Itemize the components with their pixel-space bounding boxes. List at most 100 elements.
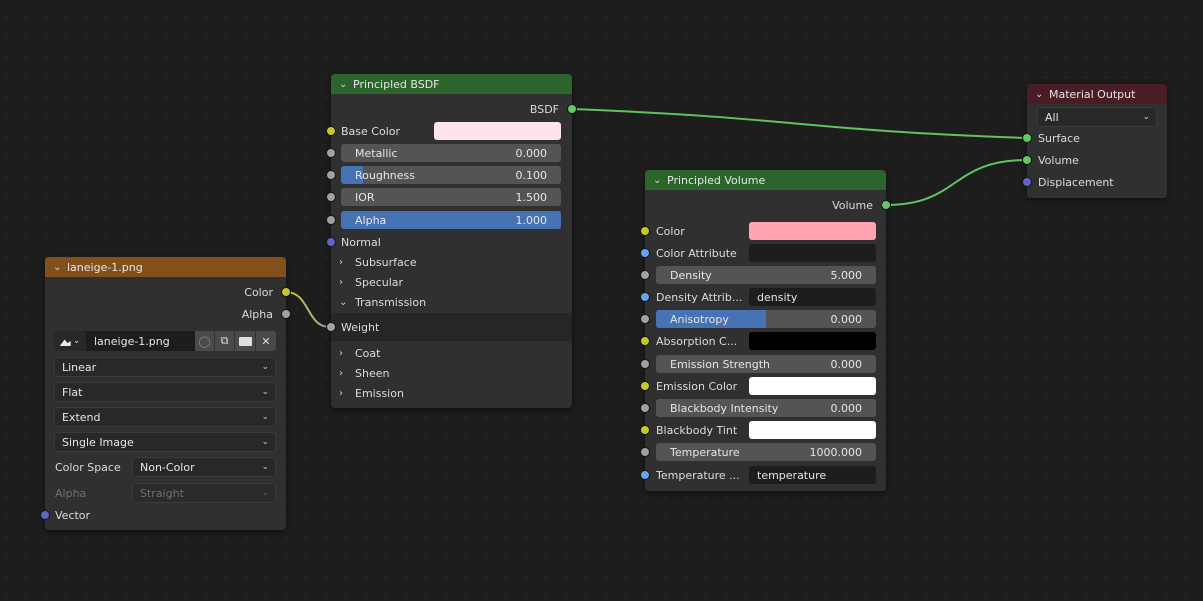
metallic-slider[interactable]: Metallic 0.000 <box>341 144 561 162</box>
anisotropy-slider[interactable]: Anisotropy 0.000 <box>656 310 876 328</box>
input-ior: IOR 1.500 <box>326 187 572 207</box>
dropdown-value: Single Image <box>62 435 134 449</box>
slider-value: 1.500 <box>515 190 548 204</box>
collapse-chevron-icon[interactable]: ⌄ <box>339 79 353 90</box>
interpolation-dropdown[interactable]: Linear ⌄ <box>54 357 276 377</box>
temperature-slider[interactable]: Temperature 1000.000 <box>656 443 876 461</box>
output-alpha: Alpha <box>45 304 291 324</box>
slider-label: IOR <box>355 190 375 204</box>
socket-ior[interactable] <box>326 192 336 202</box>
socket-label: Absorption C... <box>656 334 738 348</box>
panel-label: Sheen <box>355 366 390 380</box>
node-header[interactable]: ⌄ Principled Volume <box>645 170 886 190</box>
density-slider[interactable]: Density 5.000 <box>656 266 876 284</box>
node-title: Principled Volume <box>667 173 766 187</box>
density-attribute-field[interactable]: density <box>749 288 876 306</box>
panel-label: Specular <box>355 275 404 289</box>
node-header[interactable]: ⌄ Principled BSDF <box>331 74 572 94</box>
color-space-dropdown[interactable]: Non-Color ⌄ <box>132 457 276 477</box>
socket-weight[interactable] <box>326 322 336 332</box>
collapse-chevron-icon[interactable]: ⌄ <box>653 175 667 186</box>
input-displacement: Displacement <box>1022 172 1167 192</box>
image-browse-button[interactable]: ⌄ <box>54 331 86 351</box>
chevron-down-icon: ⌄ <box>261 362 269 372</box>
extension-dropdown[interactable]: Extend ⌄ <box>54 407 276 427</box>
roughness-slider[interactable]: Roughness 0.100 <box>341 166 561 184</box>
socket-label: Base Color <box>341 124 401 138</box>
socket-metallic[interactable] <box>326 148 336 158</box>
output-color: Color <box>45 282 291 302</box>
color-swatch[interactable] <box>749 222 876 240</box>
socket-surface[interactable] <box>1022 133 1032 143</box>
panel-label: Transmission <box>355 295 427 309</box>
input-alpha: Alpha 1.000 <box>326 210 572 230</box>
socket-base-color[interactable] <box>326 126 336 136</box>
socket-blackbody-intensity[interactable] <box>640 403 650 413</box>
principled-volume-node[interactable]: ⌄ Principled Volume Volume Color Color A… <box>640 170 891 491</box>
socket-roughness[interactable] <box>326 170 336 180</box>
color-attribute-field[interactable] <box>749 244 876 262</box>
socket-label: Surface <box>1038 131 1080 145</box>
blackbody-intensity-slider[interactable]: Blackbody Intensity 0.000 <box>656 399 876 417</box>
panel-specular[interactable]: › Specular <box>339 272 403 292</box>
socket-blackbody-tint[interactable] <box>640 425 650 435</box>
socket-label: Emission Color <box>656 379 738 393</box>
ior-slider[interactable]: IOR 1.500 <box>341 188 561 206</box>
unlink-image-button[interactable]: ✕ <box>256 331 276 351</box>
material-output-node[interactable]: ⌄ Material Output All ⌄ Surface Volume D… <box>1022 84 1167 198</box>
panel-emission[interactable]: › Emission <box>339 383 404 403</box>
socket-temperature[interactable] <box>640 447 650 457</box>
socket-volume[interactable] <box>1022 155 1032 165</box>
emission-strength-slider[interactable]: Emission Strength 0.000 <box>656 355 876 373</box>
socket-alpha[interactable] <box>326 215 336 225</box>
socket-density-attribute[interactable] <box>640 292 650 302</box>
panel-coat[interactable]: › Coat <box>339 343 380 363</box>
socket-emission-color[interactable] <box>640 381 650 391</box>
node-header[interactable]: ⌄ laneige-1.png <box>45 257 286 277</box>
socket-temperature-attribute[interactable] <box>640 470 650 480</box>
node-header[interactable]: ⌄ Material Output <box>1027 84 1167 104</box>
socket-normal[interactable] <box>326 237 336 247</box>
socket-displacement[interactable] <box>1022 177 1032 187</box>
socket-output-alpha[interactable] <box>281 309 291 319</box>
socket-output-color[interactable] <box>281 287 291 297</box>
socket-label: Temperature ... <box>656 468 740 482</box>
socket-color[interactable] <box>640 226 650 236</box>
source-dropdown[interactable]: Single Image ⌄ <box>54 432 276 452</box>
socket-output-volume[interactable] <box>881 200 891 210</box>
chevron-right-icon: › <box>339 347 343 359</box>
socket-absorption-color[interactable] <box>640 336 650 346</box>
input-density: Density 5.000 <box>640 265 886 285</box>
projection-dropdown[interactable]: Flat ⌄ <box>54 382 276 402</box>
socket-vector[interactable] <box>40 510 50 520</box>
input-density-attribute: Density Attrib... density <box>640 287 886 307</box>
slider-label: Blackbody Intensity <box>670 401 779 415</box>
blackbody-tint-swatch[interactable] <box>749 421 876 439</box>
socket-color-attribute[interactable] <box>640 248 650 258</box>
principled-bsdf-node[interactable]: ⌄ Principled BSDF BSDF Base Color Metall… <box>326 74 577 408</box>
temperature-attribute-field[interactable]: temperature <box>749 466 876 484</box>
target-dropdown[interactable]: All ⌄ <box>1037 107 1157 127</box>
panel-subsurface[interactable]: › Subsurface <box>339 252 417 272</box>
open-image-button[interactable] <box>235 331 256 351</box>
panel-sheen[interactable]: › Sheen <box>339 363 389 383</box>
collapse-chevron-icon[interactable]: ⌄ <box>1035 89 1049 100</box>
socket-anisotropy[interactable] <box>640 314 650 324</box>
image-name-field[interactable]: laneige-1.png <box>86 331 195 351</box>
socket-emission-strength[interactable] <box>640 359 650 369</box>
link-volume-to-volume <box>885 159 1028 206</box>
alpha-slider[interactable]: Alpha 1.000 <box>341 211 561 229</box>
emission-color-swatch[interactable] <box>749 377 876 395</box>
image-texture-node[interactable]: ⌄ laneige-1.png Color Alpha ⌄ laneige-1.… <box>40 257 291 530</box>
absorption-color-swatch[interactable] <box>749 332 876 350</box>
field-value: temperature <box>757 468 827 482</box>
socket-output-bsdf[interactable] <box>567 104 577 114</box>
slider-value: 0.000 <box>830 312 863 326</box>
slider-label: Temperature <box>670 445 740 459</box>
base-color-swatch[interactable] <box>434 122 561 140</box>
panel-transmission[interactable]: ⌄ Transmission <box>339 292 426 312</box>
socket-density[interactable] <box>640 270 650 280</box>
fake-user-button[interactable]: ◯ <box>195 331 215 351</box>
duplicate-image-button[interactable]: ⧉ <box>215 331 235 351</box>
collapse-chevron-icon[interactable]: ⌄ <box>53 262 67 273</box>
